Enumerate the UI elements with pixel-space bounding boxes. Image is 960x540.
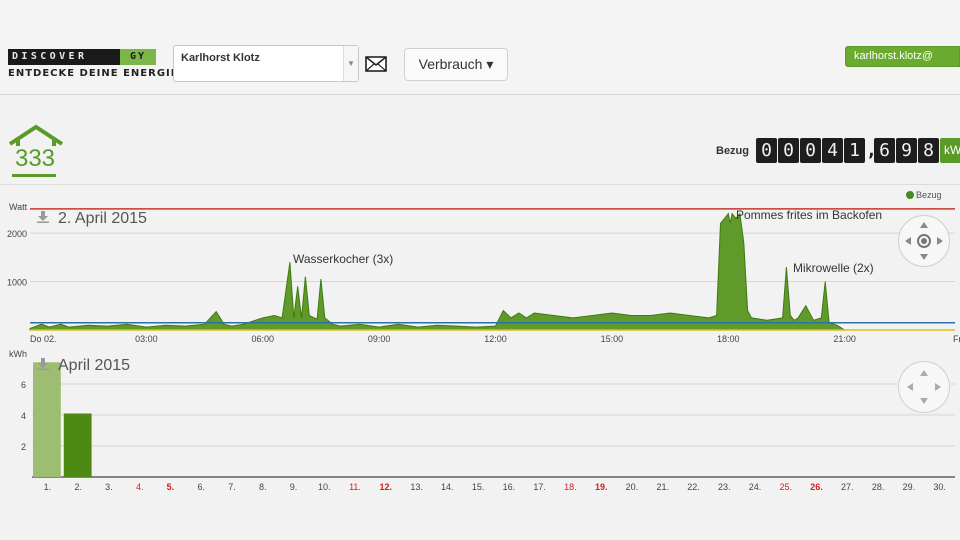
top-bar: DISCOVER GY ENTDECKE DEINE ENERGIE Karlh… xyxy=(0,0,960,95)
x-tick-label: 25. xyxy=(780,482,793,492)
bar-day-1[interactable] xyxy=(33,362,61,477)
y-tick-label: 1000 xyxy=(7,278,27,288)
dropdown-arrow-icon[interactable]: ▼ xyxy=(343,46,358,81)
annotation-wasserkocher: Wasserkocher (3x) xyxy=(293,252,394,266)
x-tick-label: 13. xyxy=(410,482,423,492)
x-tick-label: 6. xyxy=(197,482,205,492)
x-tick-label: 15. xyxy=(472,482,485,492)
discovergy-logo[interactable]: DISCOVER GY ENTDECKE DEINE ENERGIE xyxy=(8,49,179,79)
x-tick-label: 06:00 xyxy=(251,334,274,344)
meter-reading-label: Bezug xyxy=(716,145,749,157)
month-consumption-chart: 2 4 6 1. 2. 3. 4. 5. 6. 7. 8. 9. 10. 11. 12. 13. 14. 15.… xyxy=(21,362,955,492)
house-number: 333 xyxy=(14,145,56,172)
x-tick-label: 24. xyxy=(749,482,762,492)
day-chart-title: 2. April 2015 xyxy=(58,210,147,227)
x-tick-label: 23. xyxy=(718,482,731,492)
x-tick-label: 30. xyxy=(933,482,946,492)
x-tick-label: 12:00 xyxy=(484,334,507,344)
x-tick-label: 18:00 xyxy=(717,334,740,344)
month-chart-pan-control[interactable] xyxy=(898,361,950,413)
x-tick-label: 7. xyxy=(228,482,236,492)
counter-digit: 8 xyxy=(918,138,939,163)
y-tick-label: 2 xyxy=(21,442,26,452)
x-tick-label: 5. xyxy=(167,482,175,492)
bar-day-2[interactable] xyxy=(63,413,92,478)
x-tick-label: 03:00 xyxy=(135,334,158,344)
counter-digit: 4 xyxy=(822,138,843,163)
pan-arrows-icon xyxy=(905,222,943,260)
logo-word-right: GY xyxy=(120,49,156,65)
y-tick-label: 2000 xyxy=(7,229,27,239)
counter-digit: 6 xyxy=(874,138,895,163)
x-tick-label: 3. xyxy=(105,482,113,492)
x-tick-label: 11. xyxy=(349,482,361,492)
counter-decimal-comma: , xyxy=(866,140,877,161)
x-tick-label: 21. xyxy=(656,482,669,492)
x-tick-label: 27. xyxy=(841,482,854,492)
download-icon[interactable] xyxy=(37,358,49,370)
month-chart-title: April 2015 xyxy=(58,357,131,374)
house-underline xyxy=(12,174,56,177)
pan-arrows-icon xyxy=(907,370,941,404)
x-tick-label: 8. xyxy=(259,482,267,492)
x-tick-label: 22. xyxy=(687,482,700,492)
x-tick-label: 14. xyxy=(441,482,454,492)
verbrauch-dropdown-button[interactable]: Verbrauch ▾ xyxy=(404,48,508,81)
x-tick-label: 16. xyxy=(503,482,516,492)
x-tick-label: 12. xyxy=(380,482,393,492)
annotation-pommes: Pommes frites im Backofen xyxy=(736,208,883,222)
meter-select[interactable]: Karlhorst Klotz ▼ xyxy=(173,45,359,82)
x-tick-label: Fr 0 xyxy=(953,334,960,344)
x-tick-label: 4. xyxy=(136,482,144,492)
envelope-icon[interactable] xyxy=(365,55,387,73)
x-tick-label: 21:00 xyxy=(833,334,856,344)
x-tick-label: 18. xyxy=(564,482,577,492)
user-account-button[interactable]: karlhorst.klotz@ xyxy=(845,46,960,67)
x-tick-label: 1. xyxy=(44,482,52,492)
counter-digit: 9 xyxy=(896,138,917,163)
annotation-mikrowelle: Mikrowelle (2x) xyxy=(793,261,874,275)
x-tick-label: 17. xyxy=(533,482,546,492)
x-tick-label: 2. xyxy=(74,482,82,492)
counter-digit: 0 xyxy=(800,138,821,163)
counter-digit: 0 xyxy=(756,138,777,163)
logo-tagline: ENTDECKE DEINE ENERGIE xyxy=(8,68,179,79)
series-area-bezug xyxy=(29,212,847,331)
month-chart-y-unit: kWh xyxy=(9,349,27,359)
day-chart-y-unit: Watt xyxy=(9,202,28,212)
x-tick-label: 15:00 xyxy=(601,334,624,344)
counter-digit: 0 xyxy=(778,138,799,163)
download-icon[interactable] xyxy=(37,211,49,223)
logo-word-left: DISCOVER xyxy=(8,49,120,65)
x-tick-label: 10. xyxy=(318,482,331,492)
x-tick-label: 19. xyxy=(595,482,608,492)
x-tick-label: 29. xyxy=(903,482,916,492)
logo-wordmark: DISCOVER GY xyxy=(8,49,156,65)
meter-select-value: Karlhorst Klotz xyxy=(181,52,260,64)
y-tick-label: 4 xyxy=(21,411,26,421)
x-tick-label: Do 02. xyxy=(30,334,57,344)
meter-reading-counter: 0 0 0 4 1 , 6 9 8 kW xyxy=(756,138,960,163)
x-tick-label: 28. xyxy=(872,482,885,492)
counter-unit: kW xyxy=(940,138,960,163)
x-tick-label: 26. xyxy=(810,482,823,492)
section-divider xyxy=(0,184,960,185)
counter-digit: 1 xyxy=(844,138,865,163)
x-tick-label: 20. xyxy=(626,482,639,492)
day-chart-pan-control[interactable] xyxy=(898,215,950,267)
y-tick-label: 6 xyxy=(21,380,26,390)
x-tick-label: 09:00 xyxy=(368,334,391,344)
x-tick-label: 9. xyxy=(290,482,298,492)
